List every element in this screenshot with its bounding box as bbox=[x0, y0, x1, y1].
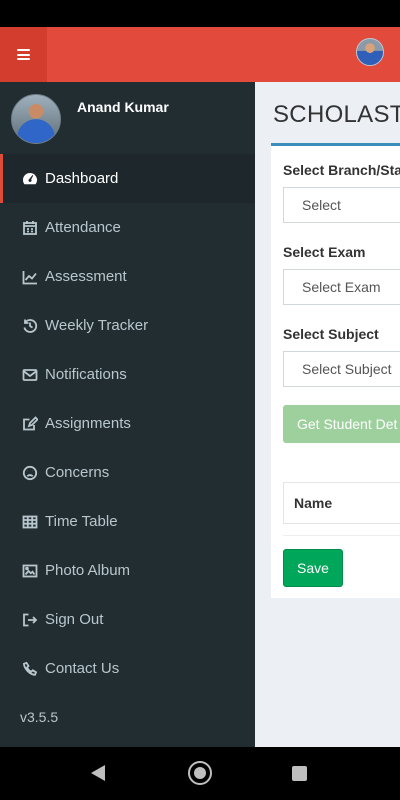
table-icon bbox=[21, 513, 39, 531]
page-title: SCHOLASTI bbox=[273, 101, 400, 128]
app-version: v3.5.5 bbox=[20, 709, 59, 725]
sidebar-item-label: Concerns bbox=[45, 464, 110, 481]
image-icon bbox=[21, 562, 39, 580]
sidebar-item-weekly-tracker[interactable]: Weekly Tracker bbox=[0, 301, 255, 350]
sidebar-item-time-table[interactable]: Time Table bbox=[0, 497, 255, 546]
header-avatar[interactable] bbox=[356, 38, 384, 66]
sign-out-icon bbox=[21, 611, 39, 629]
sidebar-item-label: Assessment bbox=[45, 268, 127, 285]
sidebar-item-label: Notifications bbox=[45, 366, 127, 383]
sidebar-item-assignments[interactable]: Assignments bbox=[0, 399, 255, 448]
sidebar-item-label: Sign Out bbox=[45, 611, 104, 628]
sidebar-item-label: Weekly Tracker bbox=[45, 317, 149, 334]
top-navbar bbox=[0, 27, 400, 82]
sidebar-item-sign-out[interactable]: Sign Out bbox=[0, 595, 255, 644]
column-header-name: Name bbox=[294, 495, 333, 511]
sidebar-item-label: Dashboard bbox=[45, 170, 119, 187]
envelope-icon bbox=[21, 366, 39, 384]
edit-icon bbox=[21, 415, 39, 433]
sidebar-item-label: Contact Us bbox=[45, 660, 120, 677]
sidebar-item-notifications[interactable]: Notifications bbox=[0, 350, 255, 399]
recents-icon[interactable] bbox=[292, 766, 307, 781]
sidebar-item-attendance[interactable]: Attendance bbox=[0, 203, 255, 252]
menu-toggle-button[interactable] bbox=[0, 27, 47, 82]
history-icon bbox=[21, 317, 39, 335]
system-nav-bar bbox=[0, 747, 400, 800]
save-button[interactable]: Save bbox=[283, 549, 343, 587]
sidebar-item-label: Assignments bbox=[45, 415, 131, 432]
sidebar: Anand Kumar Dashboard Attendance Assessm… bbox=[0, 82, 255, 747]
sidebar-menu: Dashboard Attendance Assessment Weekly T… bbox=[0, 154, 255, 693]
sidebar-item-dashboard[interactable]: Dashboard bbox=[0, 154, 255, 203]
get-student-details-button[interactable]: Get Student Det bbox=[283, 405, 400, 443]
exam-select[interactable]: Select Exam bbox=[283, 269, 400, 305]
user-name: Anand Kumar bbox=[77, 99, 169, 115]
sidebar-item-photo-album[interactable]: Photo Album bbox=[0, 546, 255, 595]
user-panel: Anand Kumar bbox=[0, 82, 255, 152]
dashboard-icon bbox=[21, 170, 39, 188]
phone-icon bbox=[21, 660, 39, 678]
subject-label: Select Subject bbox=[283, 326, 379, 342]
sidebar-item-label: Attendance bbox=[45, 219, 121, 236]
sidebar-item-label: Photo Album bbox=[45, 562, 131, 579]
main-content: SCHOLASTI Select Branch/Sta Select Selec… bbox=[255, 82, 400, 747]
table-divider bbox=[283, 535, 400, 536]
back-icon[interactable] bbox=[91, 765, 105, 781]
status-bar bbox=[0, 0, 400, 27]
sidebar-item-label: Time Table bbox=[45, 513, 118, 530]
home-icon[interactable] bbox=[188, 761, 212, 785]
avatar bbox=[11, 94, 61, 144]
calendar-icon bbox=[21, 219, 39, 237]
sidebar-item-contact-us[interactable]: Contact Us bbox=[0, 644, 255, 693]
form-panel: Select Branch/Sta Select Select Exam Sel… bbox=[271, 143, 400, 598]
line-chart-icon bbox=[21, 268, 39, 286]
frown-icon bbox=[21, 464, 39, 482]
sidebar-item-concerns[interactable]: Concerns bbox=[0, 448, 255, 497]
table-header: Name bbox=[283, 482, 400, 524]
branch-label: Select Branch/Sta bbox=[283, 162, 400, 178]
hamburger-icon bbox=[17, 49, 30, 60]
branch-select[interactable]: Select bbox=[283, 187, 400, 223]
sidebar-item-assessment[interactable]: Assessment bbox=[0, 252, 255, 301]
subject-select[interactable]: Select Subject bbox=[283, 351, 400, 387]
exam-label: Select Exam bbox=[283, 244, 366, 260]
